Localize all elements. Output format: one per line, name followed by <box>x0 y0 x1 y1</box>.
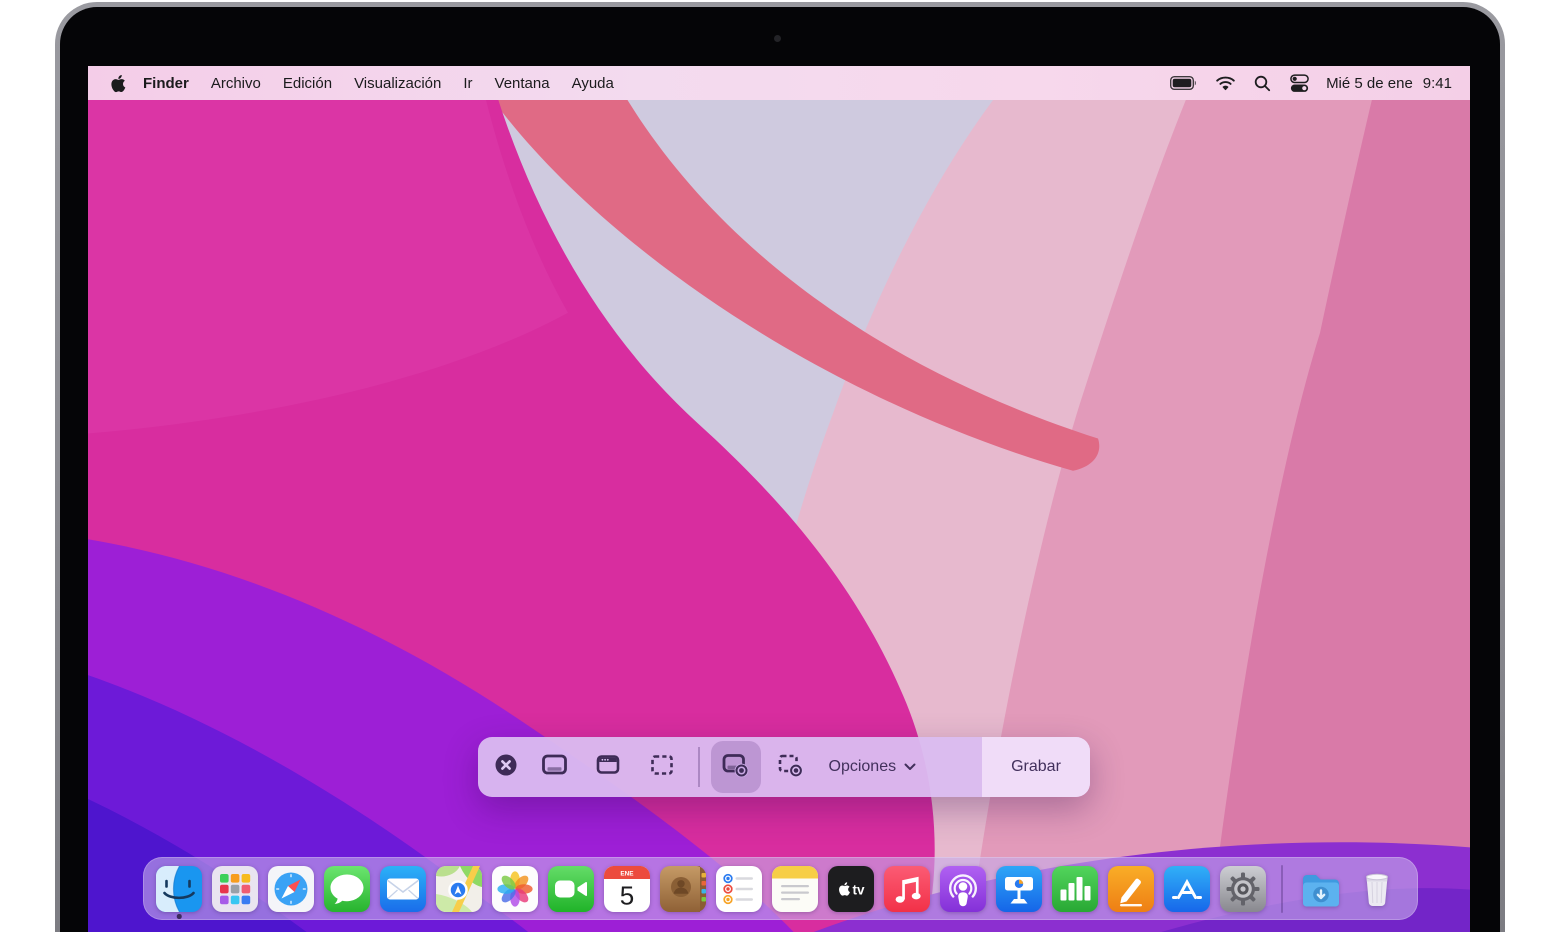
dock-item-maps[interactable] <box>436 865 482 912</box>
camera-dot <box>774 35 781 42</box>
close-icon <box>493 752 519 783</box>
menu-edicion[interactable]: Edición <box>272 75 343 92</box>
pages-icon <box>1108 865 1154 912</box>
dock-item-numbers[interactable] <box>1052 865 1098 912</box>
dock-item-photos[interactable] <box>492 865 538 912</box>
menu-visualizacion[interactable]: Visualización <box>343 75 452 92</box>
capture-selection-button[interactable] <box>637 741 687 793</box>
dock-item-trash[interactable] <box>1354 866 1400 912</box>
menu-archivo[interactable]: Archivo <box>200 75 272 92</box>
contacts-icon <box>660 865 706 912</box>
control-center-icon[interactable] <box>1290 73 1309 93</box>
safari-icon <box>268 865 314 912</box>
status-icons <box>1170 73 1309 93</box>
keynote-icon <box>996 865 1042 912</box>
page-background: Finder Archivo Edición Visualización Ir Venta… <box>0 0 1560 932</box>
dock-item-facetime[interactable] <box>548 865 594 912</box>
dock-item-messages[interactable] <box>324 865 370 912</box>
dock-item-app-store[interactable] <box>1164 865 1210 912</box>
dock-item-launchpad[interactable] <box>212 865 258 912</box>
options-label: Opciones <box>828 758 897 775</box>
dock-item-safari[interactable] <box>268 865 314 912</box>
dock-item-podcasts[interactable] <box>940 865 986 912</box>
podcasts-icon <box>940 865 986 912</box>
spotlight-search-icon[interactable] <box>1254 75 1271 92</box>
record-selection-button[interactable] <box>765 741 815 793</box>
wifi-icon[interactable] <box>1216 76 1235 91</box>
dock-item-reminders[interactable] <box>716 865 762 912</box>
launchpad-icon <box>212 865 258 912</box>
menu-ir[interactable]: Ir <box>452 75 483 92</box>
app-store-icon <box>1164 865 1210 912</box>
capture-selection-icon <box>649 752 675 783</box>
messages-icon <box>324 865 370 912</box>
menu-bar-clock[interactable]: 9:41 <box>1423 75 1452 92</box>
dock: ENE 5 tv <box>143 857 1418 920</box>
dock-item-keynote[interactable] <box>996 865 1042 912</box>
dock-items: ENE 5 tv <box>143 857 1418 920</box>
dock-item-mail[interactable] <box>380 865 426 912</box>
tv-icon: tv <box>828 865 874 912</box>
dock-item-system-preferences[interactable] <box>1220 865 1266 912</box>
menu-bar: Finder Archivo Edición Visualización Ir Venta… <box>88 66 1470 100</box>
menu-items: Finder Archivo Edición Visualización Ir Venta… <box>132 75 625 92</box>
capture-window-icon <box>595 752 621 783</box>
options-button[interactable]: Opciones <box>829 758 917 776</box>
dock-item-notes[interactable] <box>772 865 818 912</box>
numbers-icon <box>1052 865 1098 912</box>
music-icon <box>884 865 930 912</box>
menu-ayuda[interactable]: Ayuda <box>561 75 625 92</box>
desktop-wallpaper <box>88 66 1470 932</box>
chevron-down-icon <box>904 758 916 776</box>
notes-icon <box>772 865 818 912</box>
svg-text:5: 5 <box>620 880 634 910</box>
menu-bar-date[interactable]: Mié 5 de ene <box>1326 75 1413 92</box>
calendar-icon: ENE 5 <box>604 865 650 912</box>
capture-window-button[interactable] <box>583 741 633 793</box>
toolbar-divider <box>698 747 700 787</box>
running-indicator-dot <box>176 914 182 919</box>
reminders-icon <box>716 865 762 912</box>
menu-finder[interactable]: Finder <box>132 75 200 92</box>
screen: Finder Archivo Edición Visualización Ir Venta… <box>88 66 1470 932</box>
svg-text:tv: tv <box>852 882 864 897</box>
battery-icon[interactable] <box>1170 76 1197 90</box>
facetime-icon <box>548 865 594 912</box>
record-entire-screen-icon <box>722 752 749 783</box>
dock-item-downloads-folder[interactable] <box>1298 866 1344 912</box>
system-preferences-icon <box>1220 865 1266 912</box>
apple-menu[interactable] <box>110 74 126 93</box>
record-selection-icon <box>777 752 803 783</box>
menu-ventana[interactable]: Ventana <box>484 75 561 92</box>
record-entire-screen-button[interactable] <box>710 741 761 793</box>
dock-item-pages[interactable] <box>1108 865 1154 912</box>
close-button[interactable] <box>489 741 523 793</box>
record-button-label: Grabar <box>1011 758 1061 775</box>
dock-item-tv[interactable]: tv <box>828 865 874 912</box>
dock-item-calendar[interactable]: ENE 5 <box>604 865 650 912</box>
macbook-bezel: Finder Archivo Edición Visualización Ir Venta… <box>55 2 1505 932</box>
record-button[interactable]: Grabar <box>982 737 1090 797</box>
downloads-folder-icon <box>1303 874 1339 906</box>
dock-item-music[interactable] <box>884 865 930 912</box>
mail-icon <box>380 865 426 912</box>
dock-divider <box>1281 864 1283 913</box>
dock-item-finder[interactable] <box>156 865 202 919</box>
svg-text:ENE: ENE <box>620 870 634 877</box>
finder-icon <box>156 865 202 912</box>
dock-item-contacts[interactable] <box>660 865 706 912</box>
screenshot-toolbar-buttons <box>478 737 817 797</box>
photos-icon <box>492 865 538 912</box>
screenshot-toolbar: Opciones Grabar <box>478 737 1090 797</box>
maps-icon <box>436 865 482 912</box>
capture-entire-screen-icon <box>541 752 568 783</box>
capture-entire-screen-button[interactable] <box>529 741 579 793</box>
trash-icon <box>1366 873 1388 906</box>
